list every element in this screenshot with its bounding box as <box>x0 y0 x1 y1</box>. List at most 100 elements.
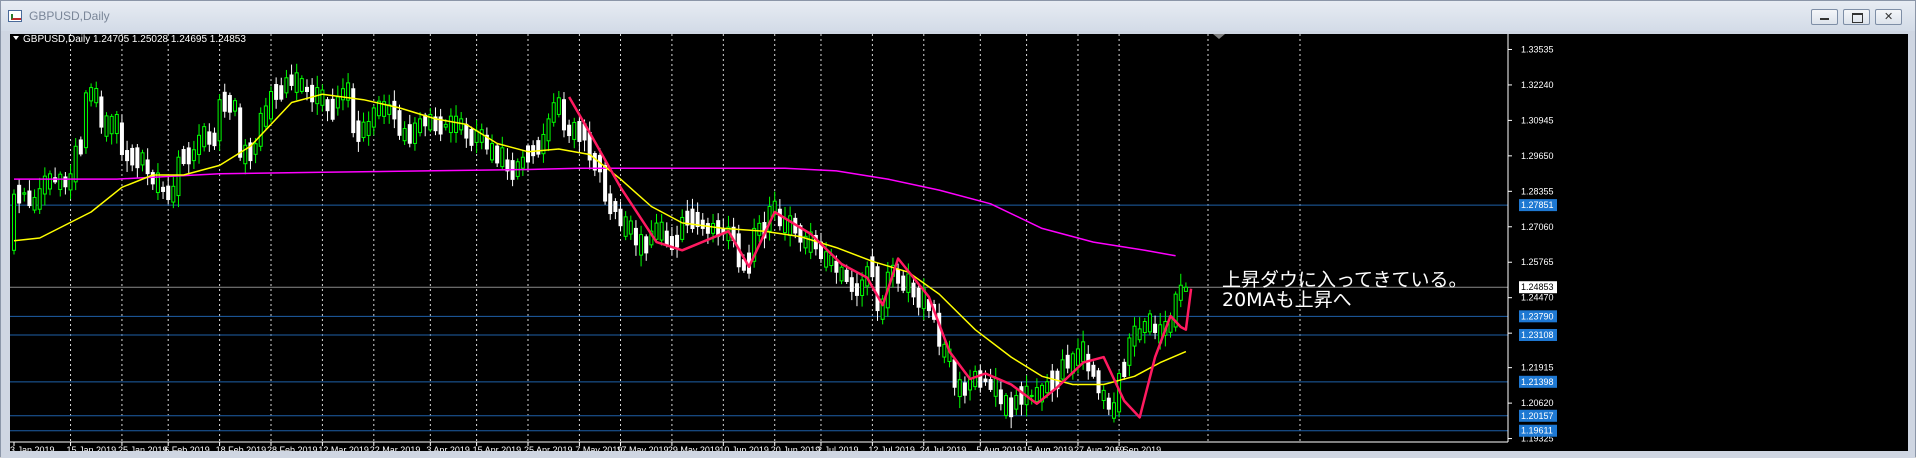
candle <box>644 234 649 261</box>
window-title: GBPUSD,Daily <box>29 9 110 23</box>
annotation: 上昇ダウに入ってきている。 20MAも上昇へ <box>1222 269 1467 311</box>
candle <box>849 270 854 301</box>
candle-body <box>392 100 397 120</box>
candle-body <box>109 115 114 135</box>
ma200-line <box>14 167 1176 257</box>
candle <box>412 117 417 151</box>
y-tick-label: 1.28355 <box>1521 186 1554 196</box>
candle <box>78 136 83 157</box>
close-button[interactable]: ✕ <box>1875 9 1902 25</box>
candle-body <box>968 378 973 391</box>
candle <box>320 84 325 112</box>
candle-body <box>289 74 294 86</box>
candle-body <box>140 152 145 166</box>
candle-body <box>690 208 695 230</box>
candle-body <box>1075 348 1080 366</box>
candle-body <box>294 72 299 93</box>
candle <box>561 92 566 138</box>
candle-body <box>186 147 191 165</box>
candle <box>623 211 628 241</box>
candle-body <box>788 215 793 237</box>
candle <box>289 64 294 91</box>
candle <box>1111 392 1116 423</box>
candle-body <box>37 188 42 210</box>
candle-body <box>222 91 227 112</box>
candle <box>217 93 222 151</box>
price-label: 1.19611 <box>1521 426 1553 436</box>
shift-marker-icon[interactable] <box>1213 34 1225 39</box>
candle-body <box>567 124 572 137</box>
candle-body <box>1153 323 1158 333</box>
y-tick-label: 1.24470 <box>1521 293 1554 303</box>
candle-body <box>613 201 618 212</box>
price-label: 1.21398 <box>1521 377 1554 387</box>
candle <box>633 220 638 256</box>
candle <box>993 367 998 407</box>
candle-body <box>1004 395 1009 416</box>
candle-body <box>680 216 685 240</box>
candle-body <box>320 89 325 106</box>
candle <box>572 117 577 149</box>
candle-body <box>659 221 664 241</box>
candle-body <box>351 88 356 134</box>
candle <box>870 248 875 282</box>
candle-body <box>757 222 762 236</box>
candle-body <box>1137 328 1142 341</box>
candle-body <box>335 96 340 109</box>
candle-body <box>27 190 32 207</box>
candle-body <box>233 100 238 112</box>
candle <box>1183 282 1188 292</box>
annotation-line-1: 上昇ダウに入ってきている。 <box>1222 269 1467 291</box>
candle <box>901 270 906 294</box>
candle-body <box>844 269 849 282</box>
candle <box>1132 317 1137 357</box>
candle <box>371 105 376 136</box>
candle <box>269 86 273 123</box>
candle <box>1055 368 1060 398</box>
y-tick-label: 1.32240 <box>1521 80 1554 90</box>
candle-body <box>207 131 212 145</box>
candle-body <box>1034 387 1039 402</box>
candle <box>433 107 438 136</box>
candle <box>860 272 865 307</box>
candle <box>505 148 510 180</box>
candle <box>690 198 695 233</box>
candle <box>119 114 124 161</box>
candle-body <box>1096 370 1101 394</box>
chart-header: GBPUSD,Daily 1.24705 1.25028 1.24695 1.2… <box>13 34 1225 45</box>
candle <box>135 143 140 178</box>
candle <box>366 111 371 146</box>
candle-body <box>783 218 787 234</box>
candle-body <box>94 88 99 104</box>
chart-window-icon <box>8 10 22 22</box>
chart-canvas[interactable]: 1.33535 1.32240 1.30945 1.29650 1.28355 1.270… <box>10 34 1908 451</box>
candle <box>438 108 443 142</box>
ohlc-label: 1.24705 1.25028 1.24695 1.24853 <box>93 34 246 45</box>
price-chart[interactable]: 1.33535 1.32240 1.30945 1.29650 1.28355 1.270… <box>10 34 1908 451</box>
candle-body <box>644 236 649 254</box>
candle <box>716 213 721 246</box>
candle-body <box>916 287 921 308</box>
dropdown-triangle-icon[interactable] <box>13 36 19 40</box>
candle <box>556 90 561 118</box>
candle <box>464 117 469 148</box>
candle <box>202 123 207 152</box>
candle-body <box>1147 313 1152 333</box>
candle-body <box>1142 321 1147 333</box>
candle <box>448 108 453 143</box>
price-label: 1.23790 <box>1521 311 1554 321</box>
candle-body <box>1029 394 1034 397</box>
candle <box>99 90 104 134</box>
maximize-button[interactable] <box>1843 9 1870 25</box>
candle-body <box>402 128 407 142</box>
candle-body <box>1122 361 1127 377</box>
candle-body <box>125 150 130 162</box>
candle-body <box>212 132 217 147</box>
candle-body <box>490 143 495 161</box>
title-bar[interactable]: GBPUSD,Daily ✕ <box>1 1 1915 31</box>
candle <box>186 142 191 175</box>
candle <box>854 272 859 307</box>
candle-body <box>824 251 829 268</box>
candle <box>942 341 947 364</box>
minimize-button[interactable] <box>1811 9 1838 25</box>
